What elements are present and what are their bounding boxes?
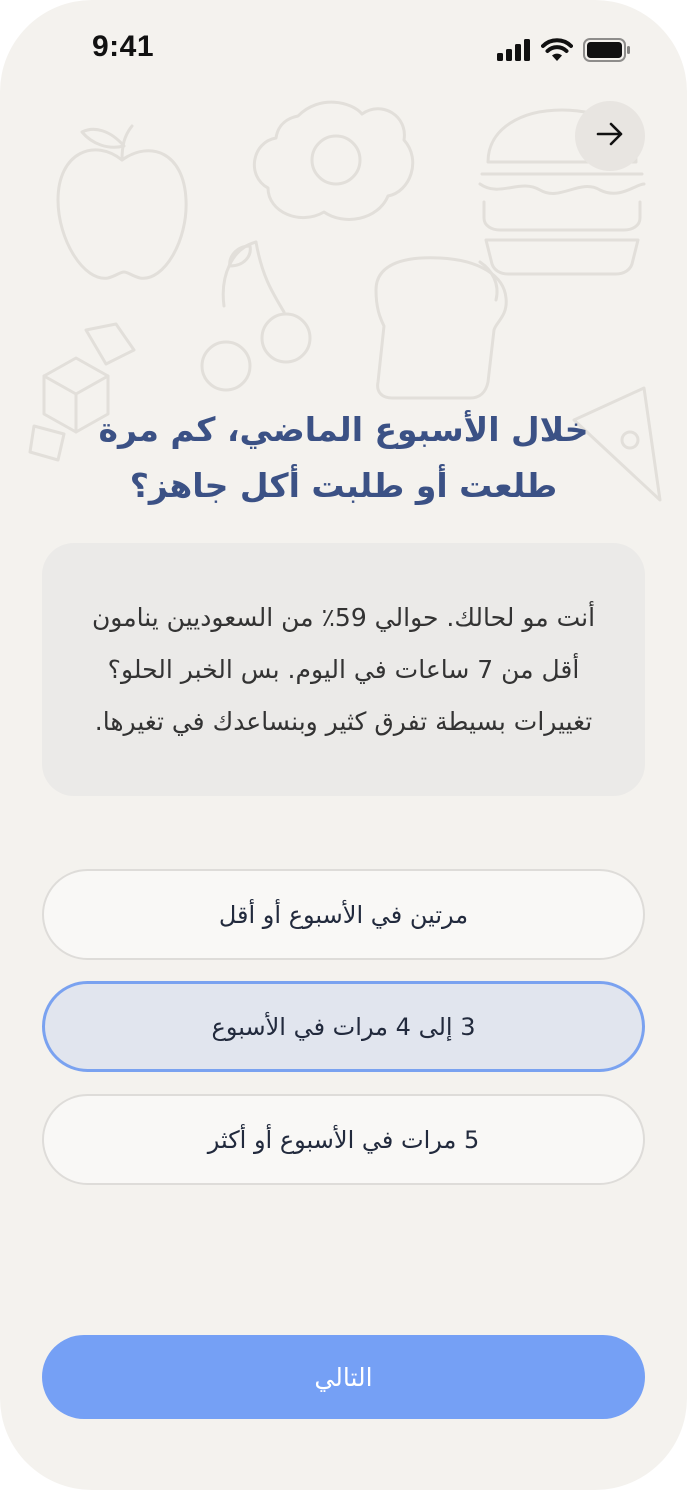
- fried-egg-icon: [252, 100, 415, 221]
- back-button[interactable]: [575, 101, 645, 171]
- status-time: 9:41: [92, 30, 155, 63]
- option-label: 3 إلى 4 مرات في الأسبوع: [211, 1012, 476, 1041]
- option-label: 5 مرات في الأسبوع أو أكثر: [207, 1125, 480, 1154]
- cellular-signal-icon: [497, 39, 531, 65]
- next-button[interactable]: التالي: [42, 1335, 645, 1419]
- wifi-icon: [541, 38, 573, 66]
- apple-icon: [56, 124, 188, 280]
- option-three-to-four[interactable]: 3 إلى 4 مرات في الأسبوع: [42, 981, 645, 1072]
- info-card: أنت مو لحالك. حوالي 59٪ من السعوديين ينا…: [42, 543, 645, 796]
- info-card-text: أنت مو لحالك. حوالي 59٪ من السعوديين ينا…: [91, 602, 596, 736]
- bread-icon: [374, 256, 508, 400]
- option-twice-or-less[interactable]: مرتين في الأسبوع أو أقل: [42, 869, 645, 960]
- phone-screen: 9:41 خلال الأسبوع الماضي، كم مرة طلعت أو…: [0, 0, 687, 1490]
- battery-icon: [583, 38, 631, 66]
- status-icons: [497, 38, 631, 66]
- option-five-or-more[interactable]: 5 مرات في الأسبوع أو أكثر: [42, 1094, 645, 1185]
- cherries-icon: [200, 240, 312, 392]
- next-button-label: التالي: [314, 1362, 373, 1392]
- arrow-right-icon: [595, 121, 625, 151]
- question-title: خلال الأسبوع الماضي، كم مرة طلعت أو طلبت…: [98, 410, 589, 505]
- option-label: مرتين في الأسبوع أو أقل: [218, 900, 469, 929]
